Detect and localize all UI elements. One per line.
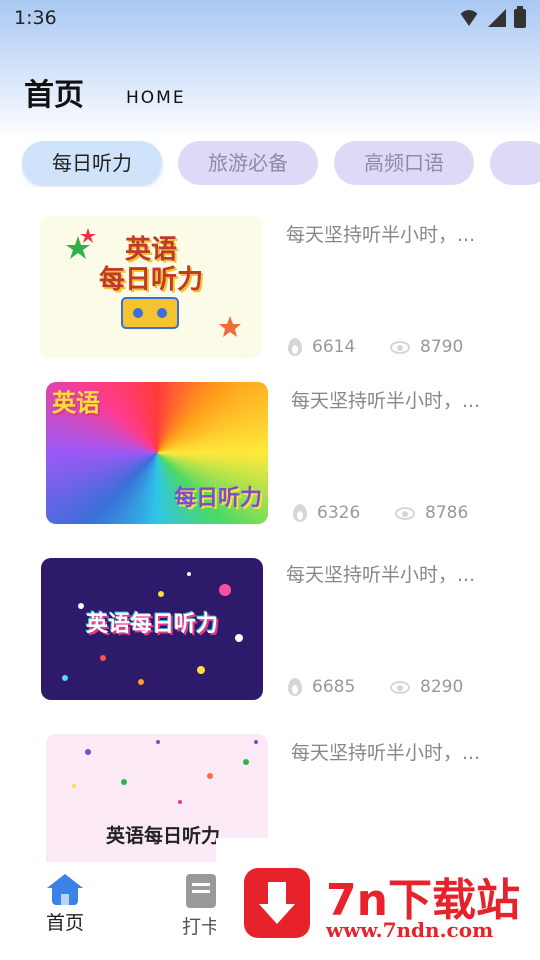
thumbnail-image: 英语 每日听力	[46, 382, 268, 524]
flame-icon	[293, 504, 307, 522]
list-item[interactable]: 英语 每日听力 每天坚持听半小时，... 6614 8790	[0, 210, 540, 360]
eye-icon	[395, 506, 415, 520]
lesson-title: 每天坚持听半小时，...	[291, 390, 481, 412]
thumbnail-title: 英语每日听力	[85, 612, 218, 637]
nav-home-label: 首页	[46, 912, 85, 934]
thumbnail-title-bottom: 每日听力	[174, 486, 263, 511]
nav-checkin[interactable]: 打卡	[182, 874, 220, 939]
views-count: 8790	[420, 337, 464, 357]
lesson-title: 每天坚持听半小时，...	[291, 742, 481, 764]
thumbnail-title: 英语 每日听力	[98, 235, 203, 295]
likes-count: 6326	[317, 503, 361, 523]
nav-home[interactable]: 首页	[46, 874, 84, 935]
tab-travel[interactable]: 旅游必备	[178, 141, 318, 185]
status-time: 1:36	[14, 7, 57, 29]
tab-oral[interactable]: 高频口语	[334, 141, 474, 185]
card-icon	[186, 874, 216, 908]
likes-stat: 6614	[288, 337, 355, 357]
watermark-url: www.7ndn.com	[326, 918, 494, 942]
thumbnail-image: 英语每日听力	[41, 558, 263, 700]
lesson-title: 每天坚持听半小时，...	[286, 564, 476, 586]
views-stat: 8786	[395, 503, 468, 523]
page-subtitle: HOME	[126, 88, 186, 108]
thumbnail-image: 英语 每日听力	[40, 216, 262, 358]
thumbnail-title-top: 英语	[52, 389, 100, 417]
flame-icon	[288, 338, 302, 356]
category-tabs: 每日听力 旅游必备 高频口语	[22, 141, 540, 187]
tab-more[interactable]	[490, 141, 540, 185]
list-item[interactable]: 英语 每日听力 每天坚持听半小时，... 6326 8786	[0, 380, 540, 530]
battery-icon	[514, 5, 526, 28]
watermark-overlay: 7n下载站 www.7ndn.com	[216, 838, 540, 960]
signal-icon	[488, 9, 506, 27]
flame-icon	[288, 678, 302, 696]
home-icon	[47, 874, 83, 905]
views-stat: 8790	[390, 337, 463, 357]
tab-daily-listening[interactable]: 每日听力	[22, 141, 162, 185]
status-bar: 1:36	[0, 0, 540, 36]
likes-count: 6614	[312, 337, 356, 357]
lesson-title: 每天坚持听半小时，...	[286, 224, 476, 246]
likes-count: 6685	[312, 677, 356, 697]
likes-stat: 6326	[293, 503, 360, 523]
likes-stat: 6685	[288, 677, 355, 697]
download-logo-icon	[244, 868, 310, 938]
views-count: 8290	[420, 677, 464, 697]
views-stat: 8290	[390, 677, 463, 697]
thumbnail-title: 英语每日听力	[106, 825, 221, 847]
eye-icon	[390, 680, 410, 694]
page-title: 首页	[24, 78, 84, 113]
views-count: 8786	[425, 503, 469, 523]
wifi-icon	[458, 10, 480, 26]
nav-checkin-label: 打卡	[182, 916, 221, 938]
status-icons	[458, 5, 526, 28]
list-item[interactable]: 英语每日听力 每天坚持听半小时，... 6685 8290	[0, 556, 540, 706]
eye-icon	[390, 340, 410, 354]
